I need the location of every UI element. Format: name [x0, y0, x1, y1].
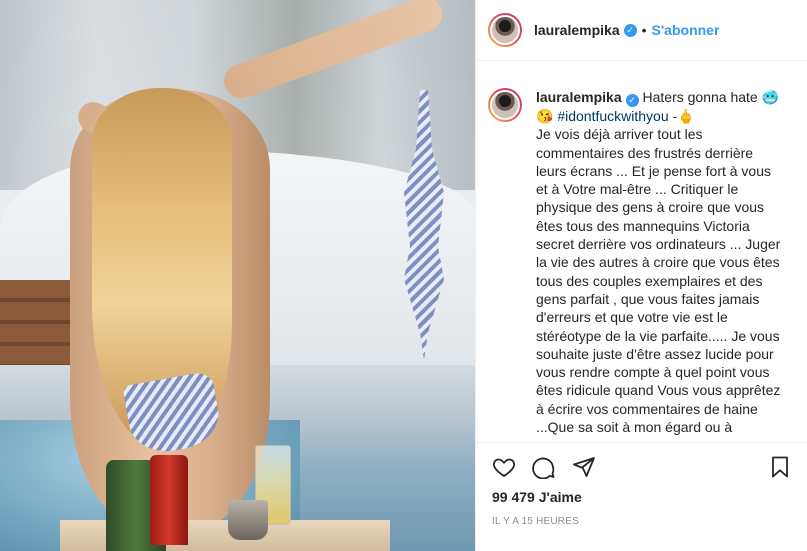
post-header: lauralempika ✓ • S'abonner — [476, 0, 807, 61]
avatar-image — [490, 15, 520, 45]
heart-icon[interactable] — [492, 455, 516, 479]
post-timestamp[interactable]: IL Y A 15 HEURES — [492, 516, 579, 527]
caption-body: Je vois déjà arriver tout les commentair… — [536, 126, 781, 436]
caption-hashtag[interactable]: #idontfuckwithyou — [557, 108, 668, 124]
caption-line1: Haters gonna hate 🥶 — [638, 89, 780, 105]
header-username[interactable]: lauralempika — [534, 22, 620, 38]
caption-avatar-image — [490, 90, 520, 120]
post-side-panel: lauralempika ✓ • S'abonner lauralempika ✓… — [475, 0, 807, 551]
caption-hashtag-emoji: 😘 — [536, 108, 558, 124]
post-actions: 99 479 J'aime IL Y A 15 HEURES — [476, 442, 807, 551]
caption-text: lauralempika ✓ Haters gonna hate 🥶 😘 #ido… — [536, 88, 786, 442]
post-photo[interactable] — [0, 0, 475, 551]
caption-verified-badge-icon: ✓ — [625, 94, 639, 107]
caption-avatar[interactable] — [488, 88, 522, 122]
share-icon[interactable] — [572, 455, 596, 479]
action-icon-row — [492, 455, 596, 479]
caption-username[interactable]: lauralempika — [536, 89, 622, 105]
comment-icon[interactable] — [532, 455, 556, 479]
bookmark-icon[interactable] — [768, 455, 792, 479]
verified-badge-icon: ✓ — [623, 23, 637, 37]
follow-button[interactable]: S'abonner — [652, 22, 720, 38]
caption-hashtag-suffix: -🖕 — [668, 108, 695, 124]
photo-cup — [228, 500, 268, 540]
avatar[interactable] — [488, 13, 522, 47]
photo-red-can — [150, 455, 188, 545]
like-count[interactable]: 99 479 J'aime — [492, 489, 582, 505]
caption-area: lauralempika ✓ Haters gonna hate 🥶 😘 #ido… — [476, 61, 807, 442]
header-separator: • — [641, 22, 647, 38]
